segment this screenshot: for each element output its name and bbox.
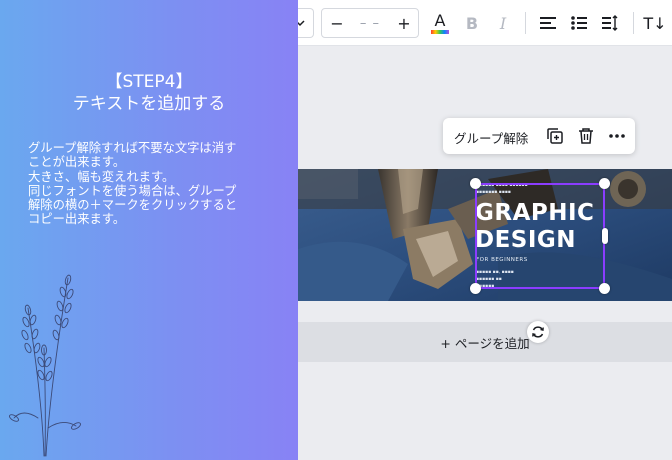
more-icon [609, 134, 625, 138]
text-color-button[interactable]: A [425, 8, 455, 38]
tutorial-description: グループ解除すれば不要な文字は消す ことが出来ます。 大きさ、幅も変えれます。 … [28, 141, 290, 227]
resize-handle-top-left[interactable] [470, 178, 481, 189]
resize-handle-right[interactable] [602, 228, 608, 244]
step-title: 【STEP4】 [105, 72, 193, 92]
spacing-button[interactable] [595, 8, 625, 38]
trash-icon [579, 128, 593, 144]
element-context-menu: グループ解除 [443, 118, 635, 154]
rotate-icon [532, 326, 544, 338]
align-left-icon [540, 17, 556, 29]
resize-handle-bottom-right[interactable] [599, 283, 610, 294]
toolbar-divider [633, 12, 634, 34]
description-line: グループ解除すれば不要な文字は消す [28, 141, 237, 155]
italic-button[interactable]: I [488, 8, 518, 38]
toolbar-divider [525, 12, 526, 34]
text-color-icon: A [434, 10, 446, 30]
description-line: コピー出来ます。 [28, 212, 126, 227]
ungroup-button[interactable]: グループ解除 [454, 128, 528, 147]
bold-button[interactable]: B [457, 8, 487, 38]
description-line: 同じフォントを使う場合は、グループ [28, 183, 237, 198]
add-page-button[interactable]: + ページを追加 [298, 322, 672, 362]
tutorial-panel: 【STEP4】 テキストを追加する グループ解除すれば不要な文字は消す ことが出… [0, 0, 298, 460]
text-size-button[interactable]: T↓ [640, 8, 670, 38]
description-line: 大きさ、幅も変えれます。 [28, 169, 175, 184]
step-subtitle: テキストを追加する [72, 94, 226, 114]
line-spacing-icon [602, 15, 618, 31]
more-options-button[interactable] [607, 126, 627, 146]
align-button[interactable] [533, 8, 563, 38]
resize-handle-bottom-left[interactable] [470, 283, 481, 294]
font-size-input[interactable]: – – [351, 8, 389, 38]
delete-button[interactable] [576, 126, 596, 146]
lavender-illustration-icon [9, 274, 81, 457]
bullet-list-icon [571, 16, 587, 30]
list-button[interactable] [564, 8, 594, 38]
decrease-size-button[interactable]: − [322, 8, 352, 38]
color-bar [431, 29, 449, 34]
duplicate-icon [547, 128, 563, 144]
increase-size-button[interactable]: + [389, 8, 419, 38]
selection-box [475, 183, 605, 289]
resize-handle-top-right[interactable] [599, 178, 610, 189]
description-line: ことが出来ます。 [28, 155, 126, 170]
description-line: 解除の横の＋マークをクリックすると [28, 198, 238, 213]
rotate-button[interactable] [527, 321, 549, 343]
duplicate-button[interactable] [545, 126, 565, 146]
